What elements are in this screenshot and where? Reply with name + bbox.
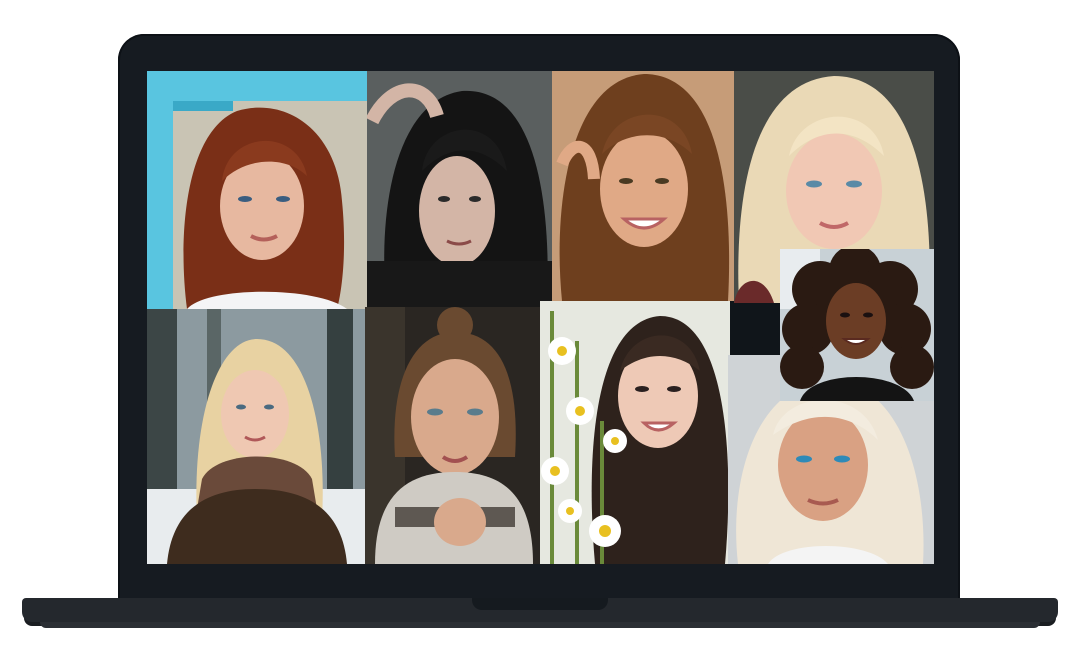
laptop-trackpad-notch <box>472 598 608 610</box>
portrait-photo-blonde-scarf <box>147 309 365 564</box>
portrait-photo-dark-hair <box>367 71 552 307</box>
laptop-screen <box>147 71 934 564</box>
portrait-photo-brown-hair-smiling <box>552 71 734 301</box>
portrait-photo-daisies <box>540 301 730 564</box>
portrait-photo-red-hair <box>147 71 367 309</box>
portrait-photo-curly-hair <box>780 249 934 401</box>
portrait-photo-bun-knit-scarf <box>365 307 540 564</box>
laptop-base-shadow <box>40 622 1040 628</box>
